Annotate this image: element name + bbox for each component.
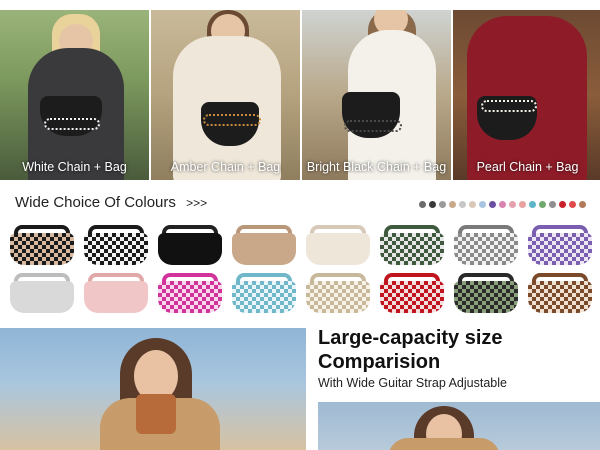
colour-swatch[interactable] — [489, 201, 496, 208]
hero-caption: Bright Black Chain + Bag — [306, 160, 447, 174]
bag-body — [232, 233, 296, 265]
colour-variants-grid — [8, 223, 592, 315]
colour-swatch[interactable] — [559, 201, 566, 208]
colour-swatch[interactable] — [479, 201, 486, 208]
hero-tile-amber-chain[interactable]: Amber Chain + Bag — [151, 10, 300, 180]
bag-body — [232, 281, 296, 313]
hero-tile-white-chain[interactable]: White Chain + Bag — [0, 10, 149, 180]
colour-swatch[interactable] — [579, 201, 586, 208]
bag-body — [306, 281, 370, 313]
colours-title: Wide Choice Of Colours — [15, 194, 176, 211]
hero-caption: Pearl Chain + Bag — [476, 160, 579, 174]
bag-body — [158, 281, 222, 313]
comparison-photo — [318, 402, 600, 450]
hero-caption: White Chain + Bag — [22, 160, 127, 174]
colour-swatch[interactable] — [569, 201, 576, 208]
hero-tile-pearl-chain[interactable]: Pearl Chain + Bag — [453, 10, 600, 180]
hero-photo — [453, 10, 600, 180]
bag-variant[interactable] — [156, 273, 224, 313]
bag-variant[interactable] — [304, 273, 372, 313]
colour-swatch[interactable] — [529, 201, 536, 208]
hero-photo — [151, 10, 300, 180]
bag-variant[interactable] — [230, 225, 298, 265]
bag-variant[interactable] — [526, 273, 594, 313]
bag-variant[interactable] — [378, 225, 446, 265]
bag-variant[interactable] — [304, 225, 372, 265]
capacity-heading: Large-capacity size Comparision — [318, 326, 503, 374]
bag-body — [380, 281, 444, 313]
capacity-title-line1: Large-capacity size — [318, 327, 503, 349]
bag-variant[interactable] — [526, 225, 594, 265]
bag-body — [306, 233, 370, 265]
hero-photo — [302, 10, 451, 180]
colour-swatch[interactable] — [439, 201, 446, 208]
colour-swatch[interactable] — [429, 201, 436, 208]
bag-body — [158, 233, 222, 265]
bag-body — [380, 233, 444, 265]
lifestyle-photo — [0, 328, 306, 450]
bag-body — [10, 233, 74, 265]
colour-swatch[interactable] — [519, 201, 526, 208]
hero-caption: Amber Chain + Bag — [170, 160, 281, 174]
more-arrow[interactable]: >>> — [186, 196, 207, 210]
capacity-subtitle: With Wide Guitar Strap Adjustable — [318, 376, 507, 390]
bag-variant[interactable] — [82, 225, 150, 265]
colour-swatch[interactable] — [419, 201, 426, 208]
hero-tile-bright-black-chain[interactable]: Bright Black Chain + Bag — [302, 10, 451, 180]
colour-swatch[interactable] — [509, 201, 516, 208]
colour-swatch[interactable] — [469, 201, 476, 208]
bag-body — [84, 281, 148, 313]
bag-variant[interactable] — [452, 273, 520, 313]
bag-variant[interactable] — [452, 225, 520, 265]
bag-body — [528, 281, 592, 313]
bag-variant[interactable] — [8, 273, 76, 313]
colour-swatch[interactable] — [539, 201, 546, 208]
colour-swatch[interactable] — [499, 201, 506, 208]
hero-row: White Chain + Bag Amber Chain + Bag Brig… — [0, 10, 600, 180]
bag-variant[interactable] — [8, 225, 76, 265]
bag-variant[interactable] — [82, 273, 150, 313]
colours-heading: Wide Choice Of Colours >>> — [15, 194, 207, 211]
bag-body — [10, 281, 74, 313]
colour-swatch[interactable] — [449, 201, 456, 208]
bag-variant[interactable] — [156, 225, 224, 265]
bag-body — [454, 281, 518, 313]
colour-swatches — [419, 201, 586, 208]
colour-swatch[interactable] — [459, 201, 466, 208]
colour-swatch[interactable] — [549, 201, 556, 208]
bag-body — [454, 233, 518, 265]
bag-variant[interactable] — [378, 273, 446, 313]
bag-body — [84, 233, 148, 265]
bag-variant[interactable] — [230, 273, 298, 313]
capacity-title-line2: Comparision — [318, 351, 441, 373]
hero-photo — [0, 10, 149, 180]
bag-body — [528, 233, 592, 265]
